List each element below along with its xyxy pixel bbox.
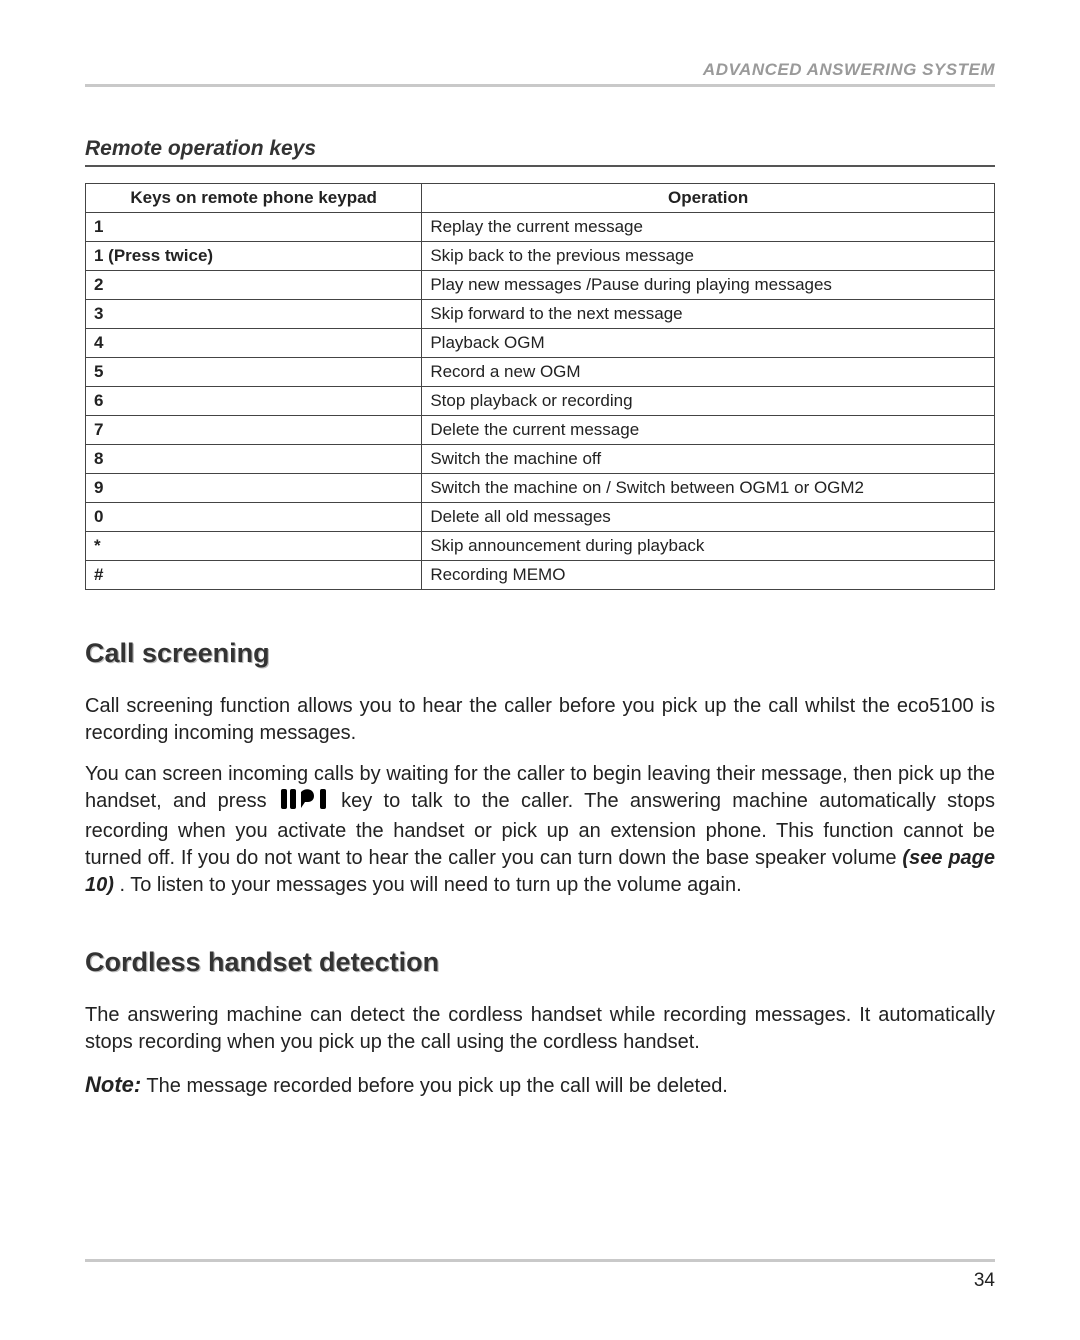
note-label: Note:: [85, 1072, 141, 1097]
cell-key: 1: [86, 213, 422, 242]
table-row: 8Switch the machine off: [86, 445, 995, 474]
cell-key: #: [86, 561, 422, 590]
page-footer: 34: [85, 1259, 995, 1292]
table-row: 5Record a new OGM: [86, 358, 995, 387]
table-row: 2Play new messages /Pause during playing…: [86, 271, 995, 300]
th-operation: Operation: [422, 184, 995, 213]
table-row: 9Switch the machine on / Switch between …: [86, 474, 995, 503]
manual-page: ADVANCED ANSWERING SYSTEM Remote operati…: [0, 0, 1080, 1340]
talk-key-icon: [280, 788, 328, 818]
table-row: *Skip announcement during playback: [86, 532, 995, 561]
cell-key: 5: [86, 358, 422, 387]
cell-operation: Play new messages /Pause during playing …: [422, 271, 995, 300]
cell-key: 7: [86, 416, 422, 445]
subsection-rule: [85, 165, 995, 167]
cell-operation: Skip forward to the next message: [422, 300, 995, 329]
cell-key: 8: [86, 445, 422, 474]
cell-operation: Stop playback or recording: [422, 387, 995, 416]
paragraph: The answering machine can detect the cor…: [85, 1002, 995, 1056]
table-row: 4Playback OGM: [86, 329, 995, 358]
page-number: 34: [85, 1270, 995, 1292]
cell-key: 2: [86, 271, 422, 300]
table-row: 1 (Press twice)Skip back to the previous…: [86, 242, 995, 271]
cell-operation: Switch the machine off: [422, 445, 995, 474]
cell-operation: Delete all old messages: [422, 503, 995, 532]
header-rule: [85, 84, 995, 87]
paragraph: You can screen incoming calls by waiting…: [85, 761, 995, 899]
cell-key: 1 (Press twice): [86, 242, 422, 271]
table-row: 7Delete the current message: [86, 416, 995, 445]
table-row: #Recording MEMO: [86, 561, 995, 590]
section-call-screening: Call screening: [85, 638, 995, 669]
cell-key: 4: [86, 329, 422, 358]
cell-operation: Switch the machine on / Switch between O…: [422, 474, 995, 503]
cell-operation: Skip announcement during playback: [422, 532, 995, 561]
text: . To listen to your messages you will ne…: [119, 874, 741, 896]
page-header: ADVANCED ANSWERING SYSTEM: [85, 60, 995, 80]
th-keys: Keys on remote phone keypad: [86, 184, 422, 213]
cell-key: 9: [86, 474, 422, 503]
cell-operation: Record a new OGM: [422, 358, 995, 387]
note-paragraph: Note: The message recorded before you pi…: [85, 1070, 995, 1100]
table-header-row: Keys on remote phone keypad Operation: [86, 184, 995, 213]
cell-operation: Recording MEMO: [422, 561, 995, 590]
cell-key: 3: [86, 300, 422, 329]
table-row: 6Stop playback or recording: [86, 387, 995, 416]
footer-rule: [85, 1259, 995, 1262]
table-row: 3Skip forward to the next message: [86, 300, 995, 329]
table-row: 1Replay the current message: [86, 213, 995, 242]
cell-operation: Replay the current message: [422, 213, 995, 242]
paragraph: Call screening function allows you to he…: [85, 693, 995, 747]
cell-operation: Skip back to the previous message: [422, 242, 995, 271]
section-cordless-detection: Cordless handset detection: [85, 947, 995, 978]
cell-operation: Delete the current message: [422, 416, 995, 445]
cell-key: 0: [86, 503, 422, 532]
table-row: 0Delete all old messages: [86, 503, 995, 532]
cell-key: 6: [86, 387, 422, 416]
remote-keys-table: Keys on remote phone keypad Operation 1R…: [85, 183, 995, 590]
subsection-title: Remote operation keys: [85, 137, 995, 161]
cell-operation: Playback OGM: [422, 329, 995, 358]
cell-key: *: [86, 532, 422, 561]
note-text: The message recorded before you pick up …: [146, 1075, 727, 1097]
